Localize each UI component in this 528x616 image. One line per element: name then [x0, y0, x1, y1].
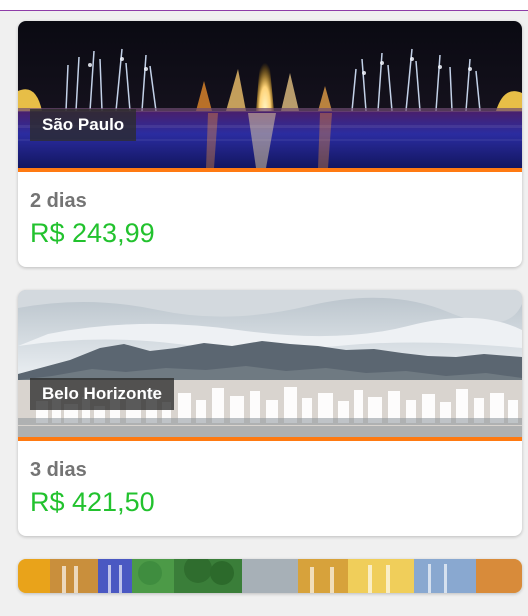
city-fountain-night-image [18, 21, 522, 168]
colorful-buildings-image [18, 559, 522, 593]
package-card-sao-paulo[interactable]: São Paulo 2 dias R$ 243,99 [18, 21, 522, 267]
city-name-label: São Paulo [30, 109, 137, 141]
card-details: 2 dias R$ 243,99 [18, 172, 522, 250]
city-image-belo-horizonte: Belo Horizonte [18, 290, 522, 437]
package-card-belo-horizonte[interactable]: Belo Horizonte 3 dias R$ 421,50 [18, 290, 522, 536]
card-details: 3 dias R$ 421,50 [18, 441, 522, 519]
trip-duration: 3 dias [30, 459, 87, 481]
travel-package-list[interactable]: São Paulo 2 dias R$ 243,99 Belo Horizont… [18, 21, 522, 616]
trip-price: R$ 421,50 [30, 487, 155, 517]
top-bar [0, 0, 528, 11]
trip-duration: 2 dias [30, 190, 87, 212]
city-mountain-skyline-image [18, 290, 522, 437]
city-image-sao-paulo: São Paulo [18, 21, 522, 168]
package-card-partial[interactable] [18, 559, 522, 593]
city-name-label: Belo Horizonte [30, 378, 174, 410]
trip-price: R$ 243,99 [30, 218, 155, 248]
